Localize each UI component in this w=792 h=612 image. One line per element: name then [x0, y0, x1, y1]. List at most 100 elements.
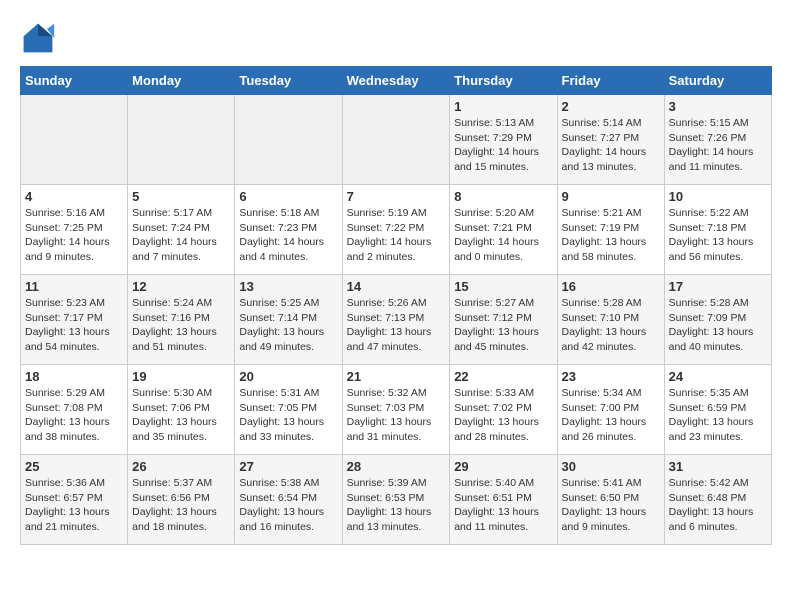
day-number: 19: [132, 369, 230, 384]
calendar-cell: [21, 95, 128, 185]
calendar-cell: 17 Sunrise: 5:28 AM Sunset: 7:09 PM Dayli…: [664, 275, 771, 365]
calendar-cell: 24Sunrise: 5:35 AM Sunset: 6:59 PM Dayli…: [664, 365, 771, 455]
day-info: Sunrise: 5:29 AM Sunset: 7:08 PM Dayligh…: [25, 386, 123, 445]
calendar-cell: [342, 95, 450, 185]
calendar-cell: 25 Sunrise: 5:36 AM Sunset: 6:57 PM Dayli…: [21, 455, 128, 545]
day-number: 28: [347, 459, 446, 474]
day-info: Sunrise: 5:34 AM Sunset: 7:00 PM Dayligh…: [562, 386, 660, 445]
calendar-cell: 23 Sunrise: 5:34 AM Sunset: 7:00 PM Dayli…: [557, 365, 664, 455]
day-number: 12: [132, 279, 230, 294]
day-number: 31: [669, 459, 767, 474]
day-info: Sunrise: 5:39 AM Sunset: 6:53 PM Dayligh…: [347, 476, 446, 535]
day-number: 14: [347, 279, 446, 294]
day-info: Sunrise: 5:28 AM Sunset: 7:09 PM Dayligh…: [669, 296, 767, 355]
day-number: 27: [239, 459, 337, 474]
day-info: Sunrise: 5:37 AM Sunset: 6:56 PM Dayligh…: [132, 476, 230, 535]
day-info: Sunrise: 5:26 AM Sunset: 7:13 PM Dayligh…: [347, 296, 446, 355]
calendar-cell: 4 Sunrise: 5:16 AM Sunset: 7:25 PM Daylig…: [21, 185, 128, 275]
calendar-cell: 13 Sunrise: 5:25 AM Sunset: 7:14 PM Dayli…: [235, 275, 342, 365]
calendar-week-row: 25 Sunrise: 5:36 AM Sunset: 6:57 PM Dayli…: [21, 455, 772, 545]
day-number: 5: [132, 189, 230, 204]
calendar-cell: 29 Sunrise: 5:40 AM Sunset: 6:51 PM Dayli…: [450, 455, 557, 545]
calendar-cell: 31 Sunrise: 5:42 AM Sunset: 6:48 PM Dayli…: [664, 455, 771, 545]
day-number: 1: [454, 99, 552, 114]
day-number: 26: [132, 459, 230, 474]
calendar-cell: 11 Sunrise: 5:23 AM Sunset: 7:17 PM Dayli…: [21, 275, 128, 365]
day-info: Sunrise: 5:36 AM Sunset: 6:57 PM Dayligh…: [25, 476, 123, 535]
day-number: 23: [562, 369, 660, 384]
calendar-cell: 16Sunrise: 5:28 AM Sunset: 7:10 PM Dayli…: [557, 275, 664, 365]
logo: [20, 20, 60, 56]
calendar-cell: 7Sunrise: 5:19 AM Sunset: 7:22 PM Daylig…: [342, 185, 450, 275]
day-header-monday: Monday: [128, 67, 235, 95]
day-number: 22: [454, 369, 552, 384]
calendar-cell: 6Sunrise: 5:18 AM Sunset: 7:23 PM Daylig…: [235, 185, 342, 275]
day-info: Sunrise: 5:33 AM Sunset: 7:02 PM Dayligh…: [454, 386, 552, 445]
day-info: Sunrise: 5:15 AM Sunset: 7:26 PM Dayligh…: [669, 116, 767, 175]
calendar-cell: 30Sunrise: 5:41 AM Sunset: 6:50 PM Dayli…: [557, 455, 664, 545]
calendar-week-row: 11 Sunrise: 5:23 AM Sunset: 7:17 PM Dayli…: [21, 275, 772, 365]
day-header-tuesday: Tuesday: [235, 67, 342, 95]
logo-icon: [20, 20, 56, 56]
day-info: Sunrise: 5:23 AM Sunset: 7:17 PM Dayligh…: [25, 296, 123, 355]
day-info: Sunrise: 5:25 AM Sunset: 7:14 PM Dayligh…: [239, 296, 337, 355]
day-number: 2: [562, 99, 660, 114]
calendar-cell: 3 Sunrise: 5:15 AM Sunset: 7:26 PM Daylig…: [664, 95, 771, 185]
calendar-cell: 8 Sunrise: 5:20 AM Sunset: 7:21 PM Daylig…: [450, 185, 557, 275]
day-header-sunday: Sunday: [21, 67, 128, 95]
day-info: Sunrise: 5:13 AM Sunset: 7:29 PM Dayligh…: [454, 116, 552, 175]
day-info: Sunrise: 5:21 AM Sunset: 7:19 PM Dayligh…: [562, 206, 660, 265]
day-header-wednesday: Wednesday: [342, 67, 450, 95]
calendar-cell: 27 Sunrise: 5:38 AM Sunset: 6:54 PM Dayli…: [235, 455, 342, 545]
day-info: Sunrise: 5:38 AM Sunset: 6:54 PM Dayligh…: [239, 476, 337, 535]
day-number: 18: [25, 369, 123, 384]
day-info: Sunrise: 5:27 AM Sunset: 7:12 PM Dayligh…: [454, 296, 552, 355]
day-info: Sunrise: 5:35 AM Sunset: 6:59 PM Dayligh…: [669, 386, 767, 445]
calendar-header-row: SundayMondayTuesdayWednesdayThursdayFrid…: [21, 67, 772, 95]
day-number: 25: [25, 459, 123, 474]
day-info: Sunrise: 5:22 AM Sunset: 7:18 PM Dayligh…: [669, 206, 767, 265]
day-info: Sunrise: 5:14 AM Sunset: 7:27 PM Dayligh…: [562, 116, 660, 175]
day-header-saturday: Saturday: [664, 67, 771, 95]
calendar-cell: 19 Sunrise: 5:30 AM Sunset: 7:06 PM Dayli…: [128, 365, 235, 455]
day-info: Sunrise: 5:31 AM Sunset: 7:05 PM Dayligh…: [239, 386, 337, 445]
day-number: 17: [669, 279, 767, 294]
day-number: 8: [454, 189, 552, 204]
calendar-cell: [128, 95, 235, 185]
day-info: Sunrise: 5:40 AM Sunset: 6:51 PM Dayligh…: [454, 476, 552, 535]
calendar-cell: 15 Sunrise: 5:27 AM Sunset: 7:12 PM Dayli…: [450, 275, 557, 365]
calendar-table: SundayMondayTuesdayWednesdayThursdayFrid…: [20, 66, 772, 545]
day-info: Sunrise: 5:32 AM Sunset: 7:03 PM Dayligh…: [347, 386, 446, 445]
calendar-week-row: 4 Sunrise: 5:16 AM Sunset: 7:25 PM Daylig…: [21, 185, 772, 275]
calendar-cell: 22 Sunrise: 5:33 AM Sunset: 7:02 PM Dayli…: [450, 365, 557, 455]
day-number: 3: [669, 99, 767, 114]
day-number: 7: [347, 189, 446, 204]
day-info: Sunrise: 5:16 AM Sunset: 7:25 PM Dayligh…: [25, 206, 123, 265]
day-header-friday: Friday: [557, 67, 664, 95]
calendar-cell: 1 Sunrise: 5:13 AM Sunset: 7:29 PM Daylig…: [450, 95, 557, 185]
day-number: 9: [562, 189, 660, 204]
day-info: Sunrise: 5:20 AM Sunset: 7:21 PM Dayligh…: [454, 206, 552, 265]
day-number: 21: [347, 369, 446, 384]
day-info: Sunrise: 5:28 AM Sunset: 7:10 PM Dayligh…: [562, 296, 660, 355]
day-number: 29: [454, 459, 552, 474]
calendar-week-row: 1 Sunrise: 5:13 AM Sunset: 7:29 PM Daylig…: [21, 95, 772, 185]
day-info: Sunrise: 5:30 AM Sunset: 7:06 PM Dayligh…: [132, 386, 230, 445]
calendar-week-row: 18 Sunrise: 5:29 AM Sunset: 7:08 PM Dayli…: [21, 365, 772, 455]
day-info: Sunrise: 5:42 AM Sunset: 6:48 PM Dayligh…: [669, 476, 767, 535]
day-number: 4: [25, 189, 123, 204]
calendar-cell: 10Sunrise: 5:22 AM Sunset: 7:18 PM Dayli…: [664, 185, 771, 275]
day-number: 20: [239, 369, 337, 384]
calendar-cell: 9 Sunrise: 5:21 AM Sunset: 7:19 PM Daylig…: [557, 185, 664, 275]
day-info: Sunrise: 5:18 AM Sunset: 7:23 PM Dayligh…: [239, 206, 337, 265]
calendar-cell: 14 Sunrise: 5:26 AM Sunset: 7:13 PM Dayli…: [342, 275, 450, 365]
day-number: 13: [239, 279, 337, 294]
day-info: Sunrise: 5:24 AM Sunset: 7:16 PM Dayligh…: [132, 296, 230, 355]
day-info: Sunrise: 5:41 AM Sunset: 6:50 PM Dayligh…: [562, 476, 660, 535]
page-header: [20, 20, 772, 56]
calendar-cell: 20 Sunrise: 5:31 AM Sunset: 7:05 PM Dayli…: [235, 365, 342, 455]
calendar-cell: 26 Sunrise: 5:37 AM Sunset: 6:56 PM Dayli…: [128, 455, 235, 545]
day-number: 15: [454, 279, 552, 294]
calendar-cell: 28 Sunrise: 5:39 AM Sunset: 6:53 PM Dayli…: [342, 455, 450, 545]
day-number: 11: [25, 279, 123, 294]
